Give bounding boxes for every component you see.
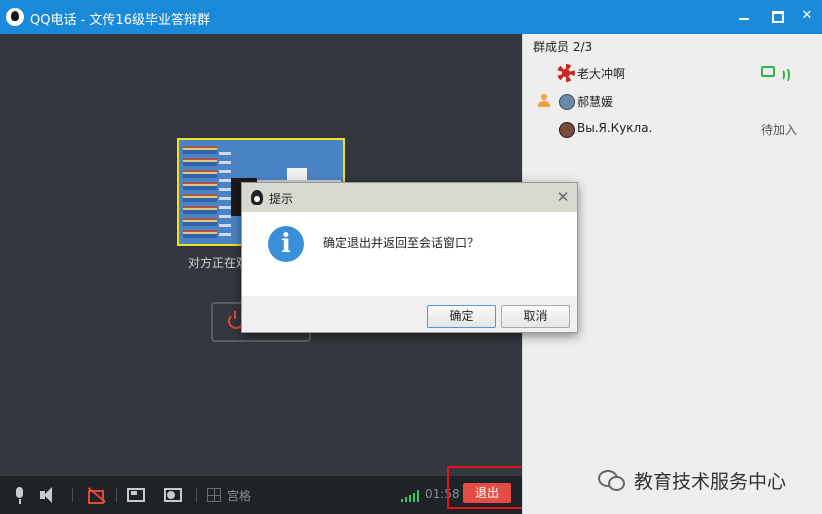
signal-bar: [401, 499, 403, 502]
call-toolbar: 宫格 01:58: [0, 476, 522, 514]
signal-bar: [417, 490, 419, 502]
member-avatar: [559, 94, 575, 110]
member-name: Вы.Я.Кукла.: [577, 121, 653, 135]
title-bar: QQ电话 - 文传16级毕业答辩群 ✕: [0, 0, 822, 34]
minimize-button[interactable]: [733, 6, 755, 26]
exit-button[interactable]: 退出: [463, 483, 511, 503]
member-item[interactable]: Вы.Я.Кукла. 待加入: [523, 116, 822, 142]
members-header: 群成员 2/3: [533, 40, 593, 54]
cancel-button[interactable]: 取消: [501, 305, 570, 328]
camera-off-icon[interactable]: [86, 485, 106, 505]
signal-bar: [409, 495, 411, 502]
maximize-button[interactable]: [766, 6, 788, 26]
info-icon: i: [268, 226, 304, 262]
toolbar-divider: [72, 488, 73, 502]
screen-share-status-icon: [761, 66, 775, 77]
grid-view-label[interactable]: 宫格: [227, 487, 251, 504]
dialog-body: i 确定退出并返回至会话窗口？: [242, 212, 577, 296]
dialog-message: 确定退出并返回至会话窗口？: [323, 236, 480, 250]
toolbar-divider: [116, 488, 117, 502]
member-avatar: [559, 122, 575, 138]
member-name: 郝慧媛: [577, 95, 614, 109]
confirm-dialog: 提示 ✕ i 确定退出并返回至会话窗口？ 确定 取消: [241, 182, 578, 333]
member-name: 老大冲啊: [577, 67, 626, 81]
confirm-button[interactable]: 确定: [427, 305, 496, 328]
member-status: 待加入: [761, 123, 798, 137]
signal-bar: [413, 493, 415, 502]
preview-window: [287, 168, 307, 180]
dialog-close-button[interactable]: ✕: [554, 188, 572, 206]
speaking-wave-icon: [779, 67, 790, 83]
window-title: QQ电话 - 文传16级毕业答辩群: [30, 13, 210, 28]
signal-icon: [401, 490, 421, 502]
dialog-header: 提示 ✕: [242, 183, 577, 212]
microphone-icon[interactable]: [10, 485, 30, 505]
preview-desktop-icons-column: [219, 146, 231, 236]
wechat-icon: [598, 468, 625, 491]
member-item[interactable]: 郝慧媛: [523, 88, 822, 114]
qq-logo-icon: [6, 8, 24, 26]
dialog-title: 提示: [269, 192, 294, 206]
grid-icon[interactable]: [207, 488, 221, 502]
qq-penguin-icon: [251, 190, 263, 205]
watermark-text: 教育技术服务中心: [634, 471, 787, 493]
member-item[interactable]: 老大冲啊: [523, 60, 822, 86]
minimize-icon: [739, 18, 749, 20]
member-avatar: [557, 64, 575, 82]
signal-bar: [405, 497, 407, 502]
maximize-icon: [772, 11, 784, 23]
dialog-footer: 确定 取消: [242, 296, 577, 332]
toolbar-divider: [196, 488, 197, 502]
self-person-icon: [537, 94, 551, 108]
preview-desktop-icons: [183, 144, 217, 238]
speaker-icon[interactable]: [38, 485, 58, 505]
presenter-icon[interactable]: [163, 485, 183, 505]
window-close-button[interactable]: ✕: [796, 6, 818, 26]
sharing-status-text: 对方正在观看你的屏幕: [188, 256, 246, 270]
screen-share-icon[interactable]: [126, 485, 146, 505]
